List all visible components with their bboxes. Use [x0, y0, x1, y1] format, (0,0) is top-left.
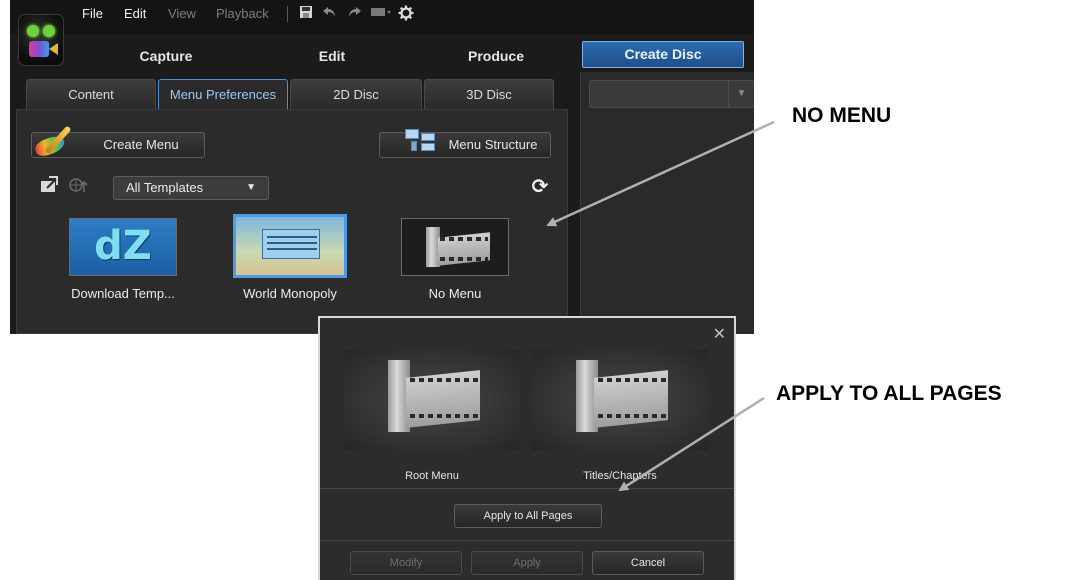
- arrow-no-menu: [546, 120, 775, 227]
- arrow-apply-all: [618, 396, 765, 492]
- callout-no-menu: NO MENU: [792, 104, 892, 127]
- annotation-arrows: [546, 120, 775, 492]
- callout-apply-to-all-pages: APPLY TO ALL PAGES: [776, 382, 1002, 405]
